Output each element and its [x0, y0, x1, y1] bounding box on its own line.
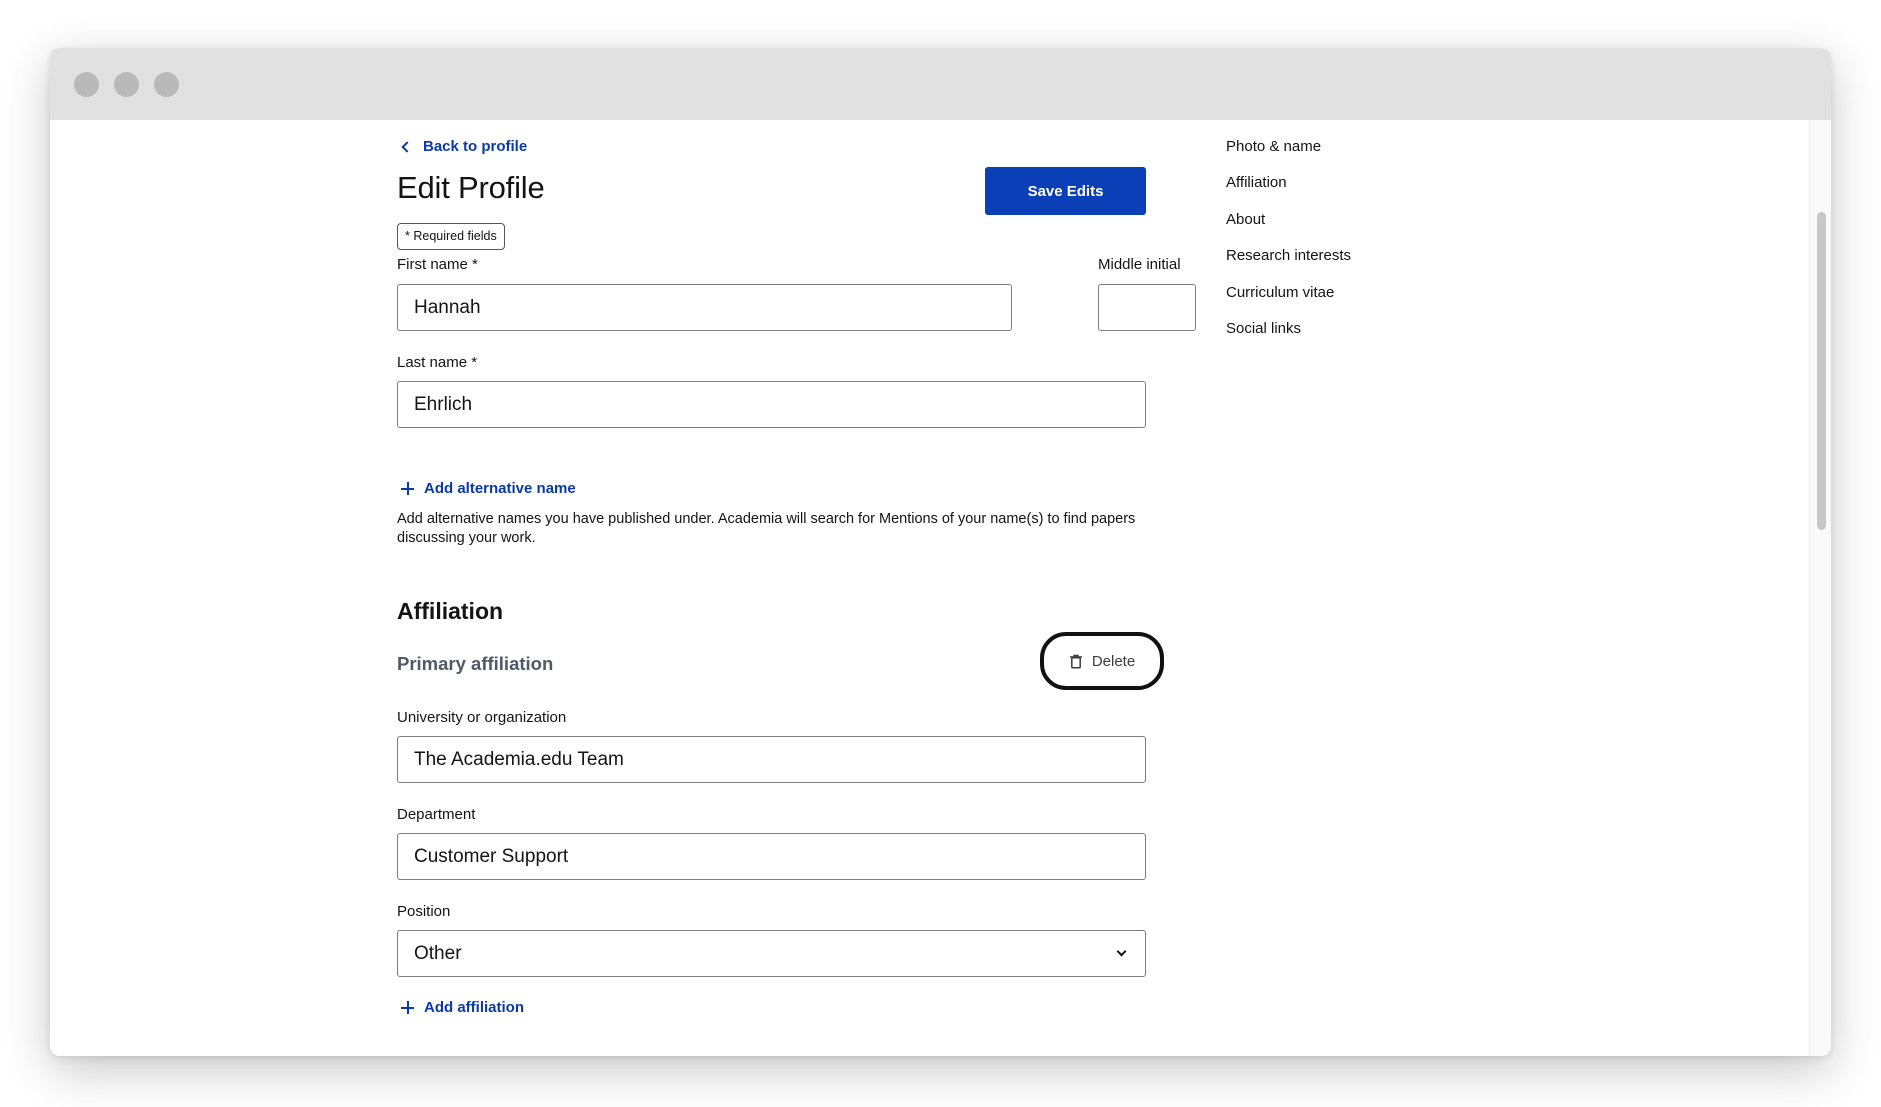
- position-select[interactable]: Other: [397, 930, 1146, 977]
- first-name-label: First name *: [397, 256, 478, 273]
- side-nav-item-affiliation[interactable]: Affiliation: [1226, 174, 1351, 210]
- last-name-label: Last name *: [397, 354, 478, 371]
- save-edits-button[interactable]: Save Edits: [985, 167, 1146, 215]
- chevron-down-icon: [1116, 946, 1127, 957]
- first-name-input[interactable]: [397, 284, 1012, 331]
- side-nav-item-research-interests[interactable]: Research interests: [1226, 247, 1351, 283]
- page-content: Back to profile Edit Profile Save Edits …: [50, 120, 1831, 1056]
- position-selected-value: Other: [414, 942, 462, 964]
- minimize-window-button[interactable]: [114, 72, 139, 97]
- trash-icon: [1069, 654, 1082, 669]
- side-nav-item-about[interactable]: About: [1226, 211, 1351, 247]
- side-nav-item-curriculum-vitae[interactable]: Curriculum vitae: [1226, 284, 1351, 320]
- section-side-nav: Photo & name Affiliation About Research …: [1226, 138, 1351, 356]
- maximize-window-button[interactable]: [154, 72, 179, 97]
- university-input[interactable]: [397, 736, 1146, 783]
- affiliation-section-title: Affiliation: [397, 598, 504, 624]
- middle-initial-label: Middle initial: [1098, 256, 1181, 273]
- add-affiliation-label: Add affiliation: [424, 999, 524, 1016]
- middle-initial-input[interactable]: [1098, 284, 1196, 331]
- plus-icon: [401, 1001, 414, 1014]
- browser-window: Back to profile Edit Profile Save Edits …: [50, 48, 1831, 1056]
- university-label: University or organization: [397, 709, 567, 726]
- department-input[interactable]: [397, 833, 1146, 880]
- add-alternative-name-label: Add alternative name: [424, 480, 576, 497]
- add-alternative-name-link[interactable]: Add alternative name: [397, 480, 576, 497]
- scrollbar-thumb[interactable]: [1817, 212, 1826, 530]
- back-to-profile-link[interactable]: Back to profile: [397, 138, 527, 155]
- delete-button-label: Delete: [1091, 652, 1136, 670]
- last-name-input[interactable]: [397, 381, 1146, 428]
- chevron-left-icon: [401, 140, 413, 153]
- add-affiliation-link[interactable]: Add affiliation: [397, 999, 524, 1016]
- close-window-button[interactable]: [74, 72, 99, 97]
- vertical-scrollbar[interactable]: [1809, 120, 1831, 1056]
- position-label: Position: [397, 903, 451, 920]
- window-titlebar: [50, 48, 1831, 120]
- side-nav-item-social-links[interactable]: Social links: [1226, 320, 1351, 356]
- primary-affiliation-title: Primary affiliation: [397, 653, 554, 674]
- department-label: Department: [397, 806, 476, 823]
- alternative-name-help-text: Add alternative names you have published…: [397, 511, 1136, 546]
- page-title: Edit Profile: [397, 170, 545, 205]
- required-fields-note: * Required fields: [397, 223, 505, 250]
- plus-icon: [401, 482, 414, 495]
- side-nav-item-photo-name[interactable]: Photo & name: [1226, 138, 1351, 174]
- delete-affiliation-button[interactable]: Delete: [1040, 632, 1164, 690]
- back-link-label: Back to profile: [423, 138, 528, 155]
